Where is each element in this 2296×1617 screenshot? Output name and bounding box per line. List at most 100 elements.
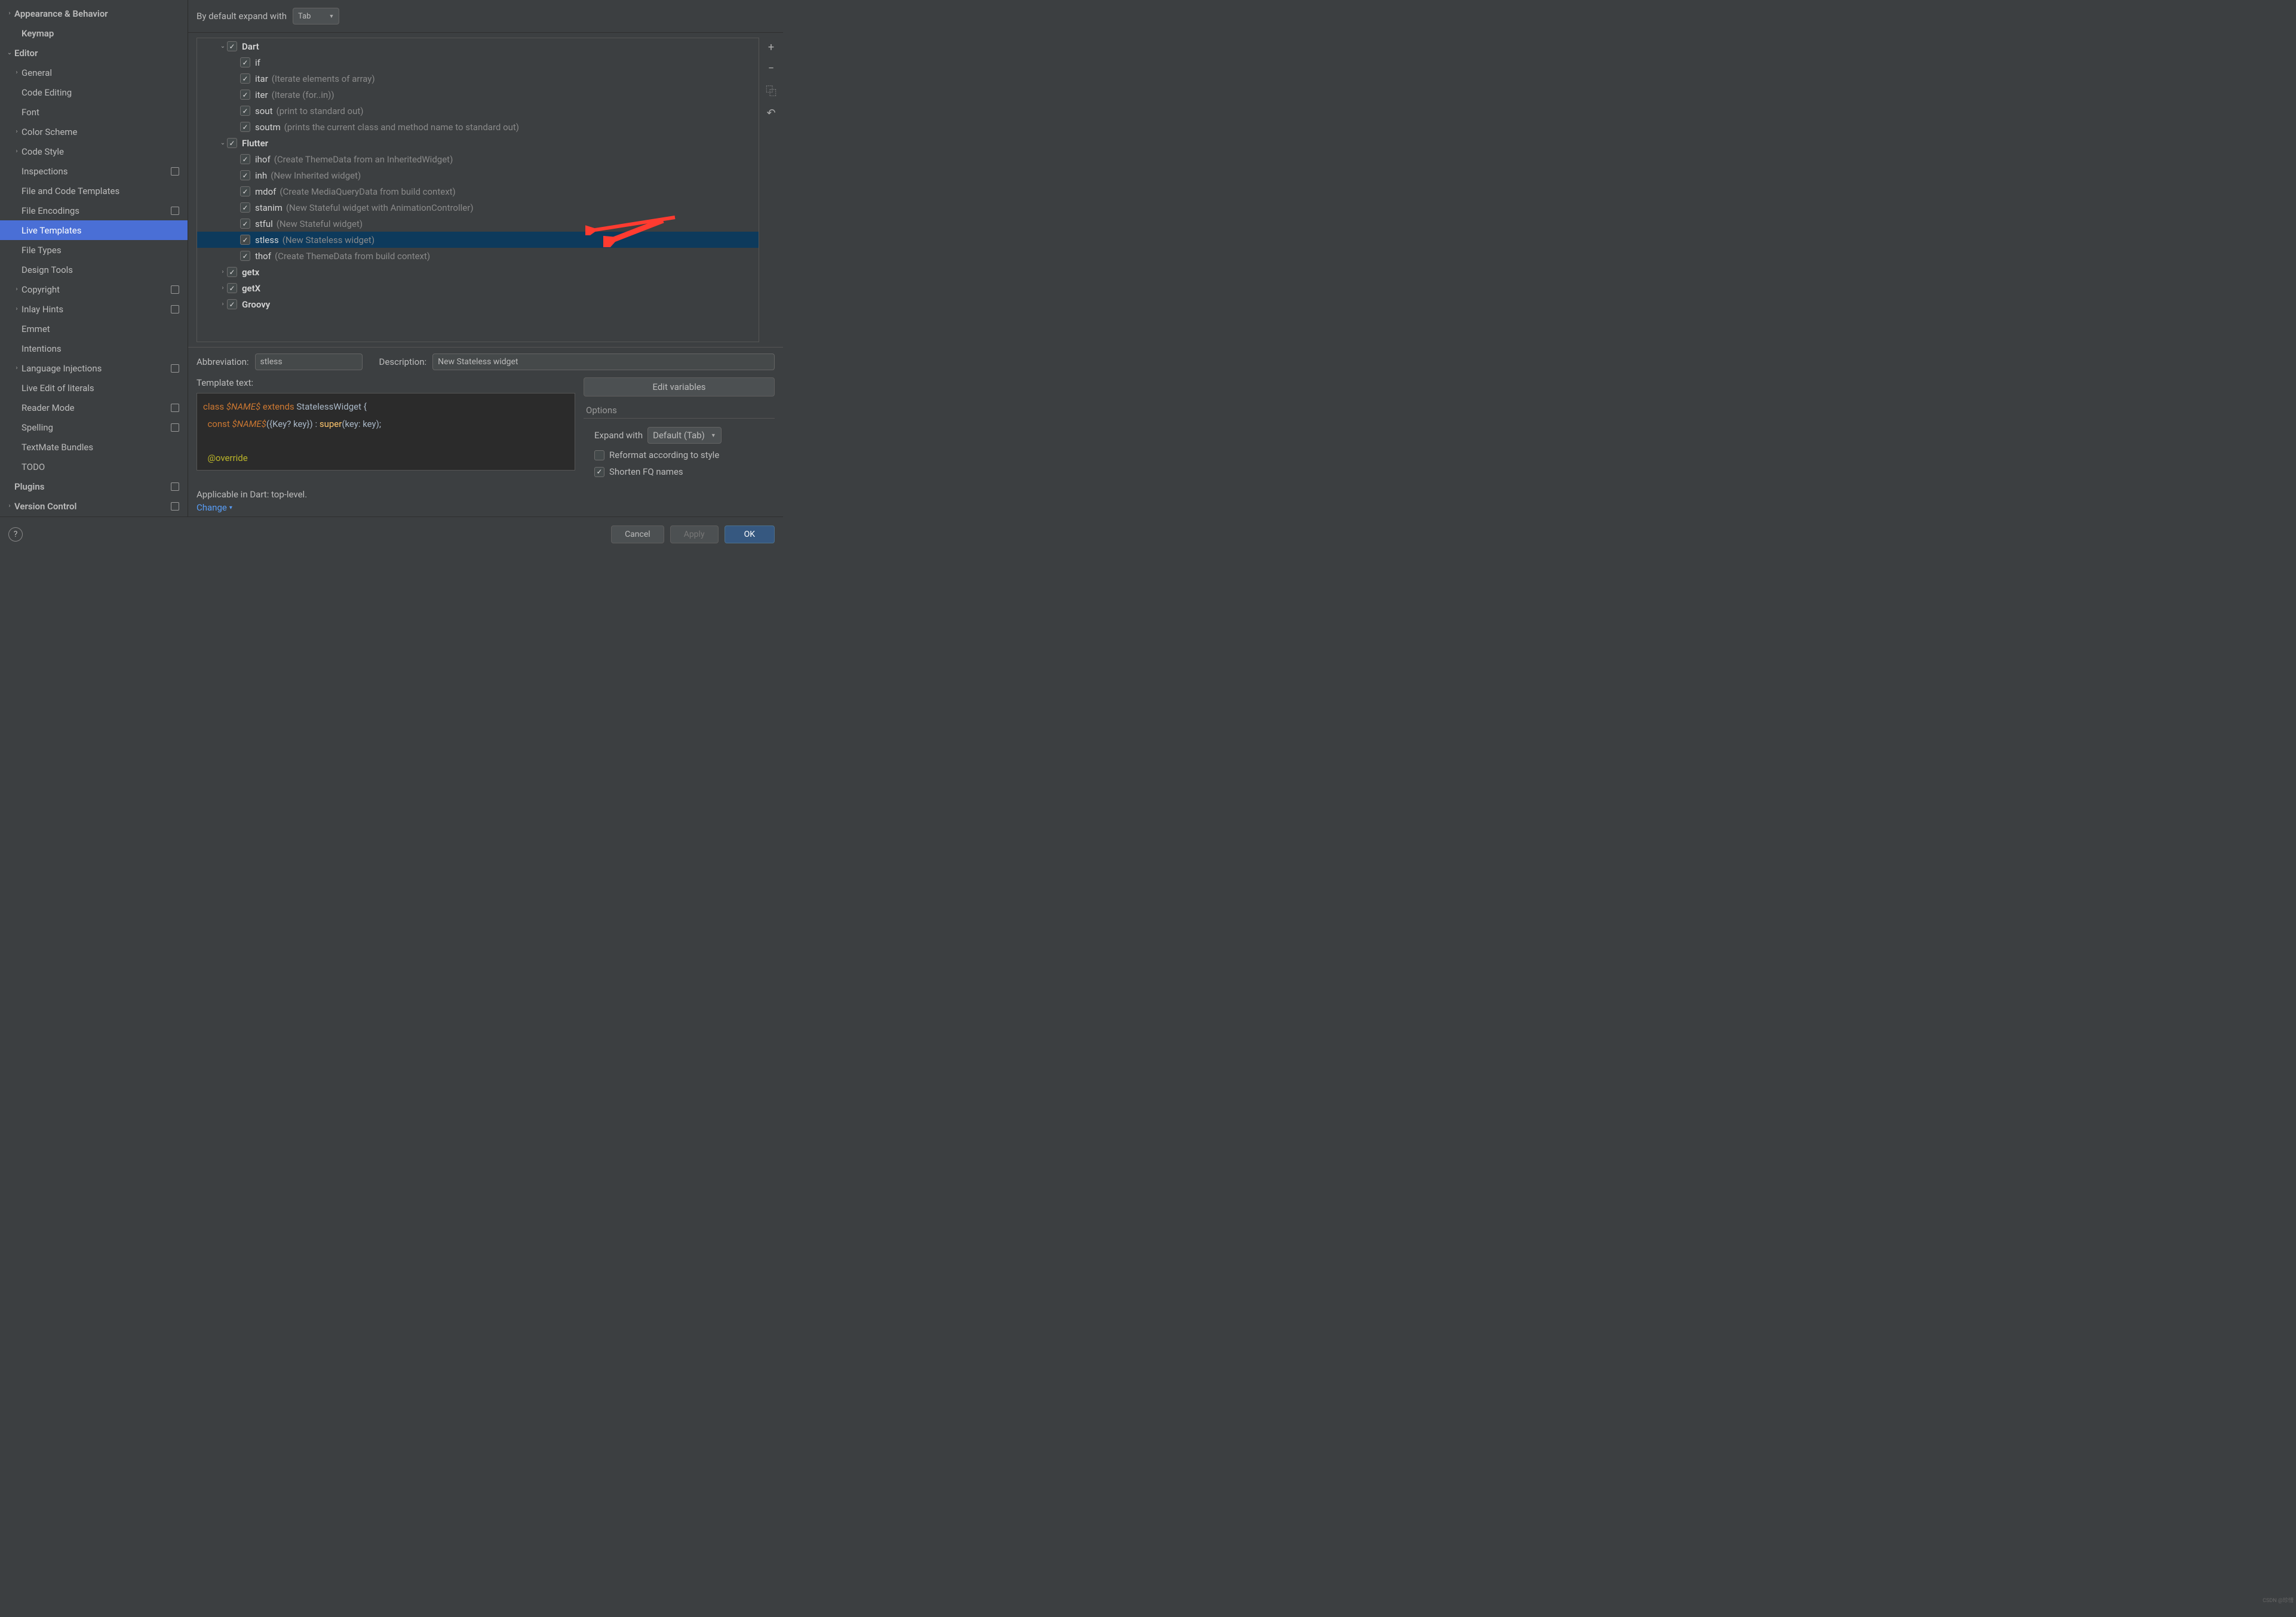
sidebar-item-color-scheme[interactable]: ›Color Scheme <box>0 122 188 142</box>
template-checkbox[interactable]: ✓ <box>227 138 237 148</box>
template-checkbox[interactable]: ✓ <box>240 122 250 132</box>
templates-tree[interactable]: ⌄✓Dart✓if✓itar(Iterate elements of array… <box>197 38 759 342</box>
ok-button[interactable]: OK <box>725 525 775 543</box>
sidebar-item-design-tools[interactable]: Design Tools <box>0 260 188 279</box>
tree-row-itar[interactable]: ✓itar(Iterate elements of array) <box>197 70 759 87</box>
template-checkbox[interactable]: ✓ <box>227 41 237 51</box>
cancel-button[interactable]: Cancel <box>611 525 664 543</box>
chevron-right-icon[interactable]: › <box>219 301 227 308</box>
template-checkbox[interactable]: ✓ <box>240 57 250 67</box>
chevron-right-icon[interactable]: › <box>219 285 227 291</box>
sidebar-item-textmate-bundles[interactable]: TextMate Bundles <box>0 437 188 457</box>
sidebar-item-copyright[interactable]: ›Copyright <box>0 279 188 299</box>
sidebar-item-emmet[interactable]: Emmet <box>0 319 188 339</box>
chevron-right-icon[interactable]: › <box>219 269 227 275</box>
sidebar-item-inspections[interactable]: Inspections <box>0 161 188 181</box>
sidebar-item-label: Intentions <box>22 343 188 354</box>
project-scope-icon <box>171 404 179 412</box>
apply-button[interactable]: Apply <box>670 525 719 543</box>
sidebar-item-intentions[interactable]: Intentions <box>0 339 188 358</box>
sidebar-item-spelling[interactable]: Spelling <box>0 417 188 437</box>
sidebar-item-todo[interactable]: TODO <box>0 457 188 477</box>
tree-row-if[interactable]: ✓if <box>197 54 759 70</box>
chevron-right-icon: › <box>12 365 22 371</box>
tree-row-stanim[interactable]: ✓stanim(New Stateful widget with Animati… <box>197 199 759 216</box>
template-checkbox[interactable]: ✓ <box>240 219 250 229</box>
sidebar-item-code-editing[interactable]: Code Editing <box>0 82 188 102</box>
template-checkbox[interactable]: ✓ <box>240 170 250 180</box>
tree-row-getx[interactable]: ›✓getX <box>197 280 759 296</box>
sidebar-item-label: Code Style <box>22 146 188 157</box>
tree-row-dart[interactable]: ⌄✓Dart <box>197 38 759 54</box>
tree-row-flutter[interactable]: ⌄✓Flutter <box>197 135 759 151</box>
description-input[interactable] <box>432 353 775 370</box>
template-name: getx <box>242 267 259 278</box>
sidebar-item-general[interactable]: ›General <box>0 63 188 82</box>
sidebar-item-keymap[interactable]: Keymap <box>0 23 188 43</box>
add-icon[interactable]: + <box>768 41 774 54</box>
project-scope-icon <box>171 364 179 373</box>
remove-icon[interactable]: − <box>768 62 774 75</box>
tree-row-soutm[interactable]: ✓soutm(prints the current class and meth… <box>197 119 759 135</box>
sidebar-item-reader-mode[interactable]: Reader Mode <box>0 398 188 417</box>
template-checkbox[interactable]: ✓ <box>240 154 250 164</box>
tree-row-stful[interactable]: ✓stful(New Stateful widget) <box>197 216 759 232</box>
template-checkbox[interactable]: ✓ <box>240 186 250 196</box>
sidebar-item-editor[interactable]: ⌄Editor <box>0 43 188 63</box>
chevron-down-icon[interactable]: ⌄ <box>219 140 227 146</box>
tree-row-inh[interactable]: ✓inh(New Inherited widget) <box>197 167 759 183</box>
tree-row-groovy[interactable]: ›✓ Groovy <box>197 296 759 312</box>
help-icon[interactable]: ? <box>8 527 23 542</box>
tree-row-iter[interactable]: ✓iter(Iterate (for..in)) <box>197 87 759 103</box>
template-checkbox[interactable]: ✓ <box>240 73 250 84</box>
project-scope-icon <box>171 285 179 294</box>
template-checkbox[interactable]: ✓ <box>227 299 237 309</box>
sidebar-item-label: Code Editing <box>22 87 188 98</box>
revert-icon[interactable]: ↶ <box>766 107 775 119</box>
copy-icon[interactable]: ⿻ <box>766 83 776 99</box>
template-name: stanim <box>255 202 283 213</box>
reformat-checkbox[interactable] <box>594 450 604 460</box>
tree-row-getx[interactable]: ›✓ getx <box>197 264 759 280</box>
expand-with-select[interactable]: Tab ▼ <box>293 8 339 24</box>
sidebar-item-version-control[interactable]: ›Version Control <box>0 496 188 516</box>
sidebar-item-live-templates[interactable]: Live Templates <box>0 220 188 240</box>
template-text-editor[interactable]: class $NAME$ extends StatelessWidget { c… <box>197 393 575 471</box>
sidebar-item-font[interactable]: Font <box>0 102 188 122</box>
template-checkbox[interactable]: ✓ <box>227 267 237 277</box>
sidebar-item-file-and-code-templates[interactable]: File and Code Templates <box>0 181 188 201</box>
sidebar-item-inlay-hints[interactable]: ›Inlay Hints <box>0 299 188 319</box>
sidebar-item-plugins[interactable]: Plugins <box>0 477 188 496</box>
tree-row-sout[interactable]: ✓sout(print to standard out) <box>197 103 759 119</box>
sidebar-item-file-encodings[interactable]: File Encodings <box>0 201 188 220</box>
sidebar-item-language-injections[interactable]: ›Language Injections <box>0 358 188 378</box>
edit-variables-button[interactable]: Edit variables <box>584 377 775 396</box>
sidebar-item-code-style[interactable]: ›Code Style <box>0 142 188 161</box>
tree-row-thof[interactable]: ✓thof(Create ThemeData from build contex… <box>197 248 759 264</box>
tree-row-stless[interactable]: ✓stless(New Stateless widget) <box>197 232 759 248</box>
tree-row-ihof[interactable]: ✓ihof(Create ThemeData from an Inherited… <box>197 151 759 167</box>
shorten-checkbox[interactable]: ✓ <box>594 467 604 477</box>
template-checkbox[interactable]: ✓ <box>240 90 250 100</box>
template-checkbox[interactable]: ✓ <box>240 106 250 116</box>
sidebar-item-live-edit-of-literals[interactable]: Live Edit of literals <box>0 378 188 398</box>
template-desc: (Create ThemeData from an InheritedWidge… <box>274 154 453 165</box>
sidebar-item-file-types[interactable]: File Types <box>0 240 188 260</box>
template-name: Groovy <box>242 299 270 310</box>
template-checkbox[interactable]: ✓ <box>240 202 250 213</box>
template-desc: (prints the current class and method nam… <box>284 122 519 133</box>
sidebar-item-label: Inspections <box>22 166 188 177</box>
template-checkbox[interactable]: ✓ <box>240 235 250 245</box>
expand-with-opt-select[interactable]: Default (Tab) ▼ <box>647 427 722 444</box>
tree-row-mdof[interactable]: ✓mdof(Create MediaQueryData from build c… <box>197 183 759 199</box>
template-checkbox[interactable]: ✓ <box>227 283 237 293</box>
template-name: thof <box>255 251 271 262</box>
template-desc: (Create MediaQueryData from build contex… <box>280 186 455 197</box>
chevron-down-icon[interactable]: ⌄ <box>219 43 227 50</box>
abbreviation-input[interactable] <box>255 353 363 370</box>
template-checkbox[interactable]: ✓ <box>240 251 250 261</box>
chevron-right-icon: › <box>12 148 22 155</box>
sidebar-item-appearance-behavior[interactable]: ›Appearance & Behavior <box>0 4 188 23</box>
change-link[interactable]: Change ▾ <box>197 502 232 513</box>
template-text-label: Template text: <box>197 377 575 388</box>
